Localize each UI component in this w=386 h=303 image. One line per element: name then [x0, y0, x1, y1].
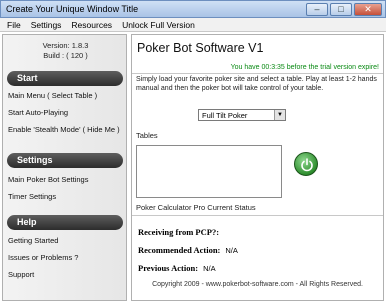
pcp-status-label: Poker Calculator Pro Current Status — [136, 203, 256, 212]
version-label: Version: 1.8.3 — [42, 41, 89, 50]
sidebar-item-getting-started[interactable]: Getting Started — [8, 236, 58, 245]
recommended-label: Recommended Action: — [138, 245, 221, 255]
previous-label: Previous Action: — [138, 263, 199, 273]
section-header-help: Help — [7, 215, 123, 230]
sidebar-item-main-menu[interactable]: Main Menu ( Select Table ) — [8, 91, 97, 100]
chevron-down-icon[interactable]: ▼ — [274, 110, 285, 120]
sidebar-item-timer-settings[interactable]: Timer Settings — [8, 192, 56, 201]
main-panel: Poker Bot Software V1 You have 00:3:35 b… — [131, 34, 384, 301]
menu-unlock-full-version[interactable]: Unlock Full Version — [122, 18, 195, 31]
sidebar-item-issues[interactable]: Issues or Problems ? — [8, 253, 78, 262]
build-label: Build : ( 120 ) — [43, 51, 88, 60]
close-icon[interactable]: ✕ — [354, 3, 382, 16]
tables-list[interactable] — [136, 145, 282, 198]
menu-bar: File Settings Resources Unlock Full Vers… — [0, 18, 386, 32]
minimize-icon[interactable]: – — [306, 3, 328, 16]
sidebar-item-start-auto-playing[interactable]: Start Auto-Playing — [8, 108, 68, 117]
section-header-settings: Settings — [7, 153, 123, 168]
receiving-row: Receiving from PCP?: — [138, 227, 219, 237]
page-title: Poker Bot Software V1 — [137, 41, 264, 55]
menu-resources[interactable]: Resources — [71, 18, 112, 31]
intro-text: Simply load your favorite poker site and… — [136, 76, 377, 92]
maximize-icon[interactable]: □ — [330, 3, 352, 16]
previous-row: Previous Action: N/A — [138, 263, 216, 273]
power-icon — [301, 158, 313, 172]
window-controls: – □ ✕ — [306, 3, 382, 16]
recommended-value: N/A — [225, 246, 238, 255]
sidebar-item-stealth-mode[interactable]: Enable 'Stealth Mode' ( Hide Me ) — [8, 125, 120, 134]
menu-settings[interactable]: Settings — [31, 18, 62, 31]
poker-site-value: Full Tilt Poker — [202, 111, 248, 120]
sidebar: Version: 1.8.3 Build : ( 120 ) Start Mai… — [2, 34, 127, 301]
divider — [132, 73, 383, 74]
menu-file[interactable]: File — [7, 18, 21, 31]
sidebar-item-main-settings[interactable]: Main Poker Bot Settings — [8, 175, 88, 184]
title-bar: Create Your Unique Window Title – □ ✕ — [0, 0, 386, 18]
receiving-label: Receiving from PCP?: — [138, 227, 220, 237]
window-title: Create Your Unique Window Title — [6, 4, 139, 14]
copyright-text: Copyright 2009 - www.pokerbot-software.c… — [152, 281, 363, 288]
tables-label: Tables — [136, 131, 158, 140]
poker-site-select[interactable]: Full Tilt Poker ▼ — [198, 109, 286, 121]
start-bot-button[interactable] — [294, 152, 318, 176]
previous-value: N/A — [203, 264, 216, 273]
sidebar-item-support[interactable]: Support — [8, 270, 34, 279]
section-header-start: Start — [7, 71, 123, 86]
trial-notice: You have 00:3:35 before the trial versio… — [230, 64, 379, 71]
recommended-row: Recommended Action: N/A — [138, 245, 238, 255]
divider — [132, 215, 383, 216]
